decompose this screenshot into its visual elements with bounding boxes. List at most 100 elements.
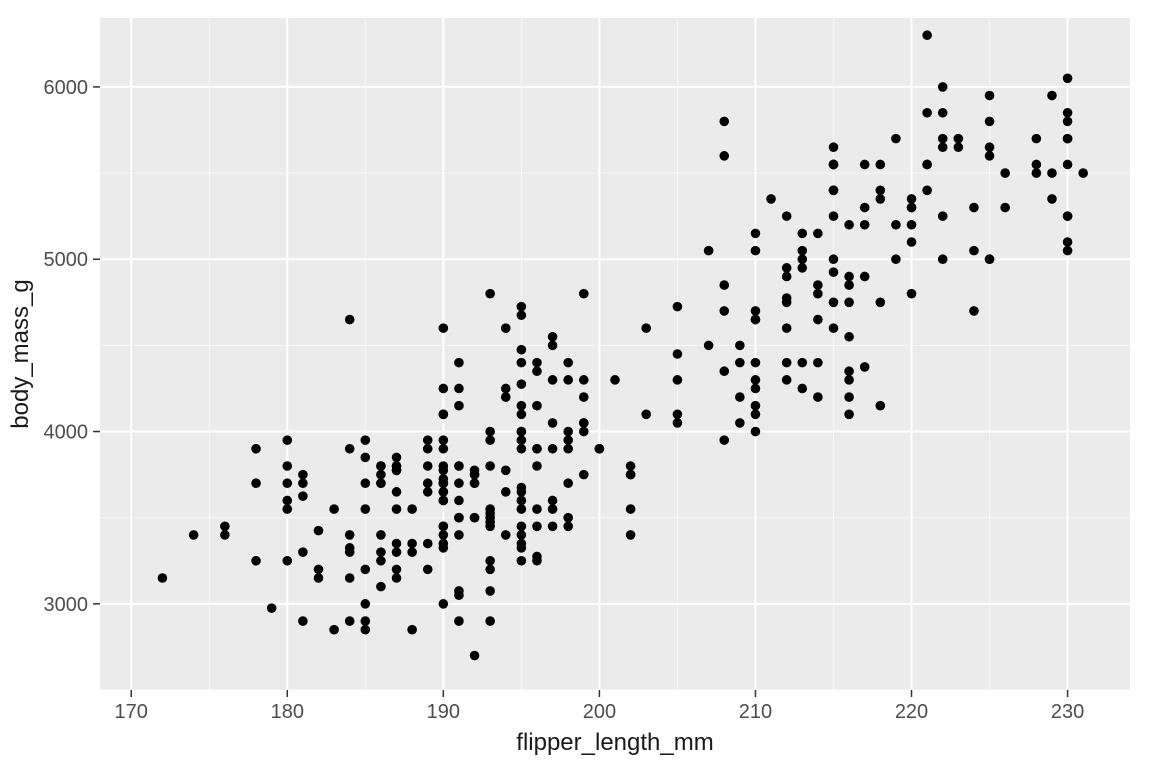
data-point bbox=[719, 280, 729, 290]
data-point bbox=[673, 418, 683, 428]
data-point bbox=[938, 211, 948, 221]
data-point bbox=[517, 310, 527, 320]
y-axis-title: body_mass_g bbox=[7, 279, 34, 428]
data-point bbox=[485, 461, 495, 471]
data-point bbox=[579, 418, 589, 428]
data-point bbox=[751, 315, 761, 325]
data-point bbox=[766, 194, 776, 204]
data-point bbox=[517, 539, 527, 549]
data-point bbox=[610, 375, 620, 385]
data-point bbox=[1047, 91, 1057, 101]
data-point bbox=[829, 298, 839, 308]
data-point bbox=[735, 392, 745, 402]
x-tick-label: 170 bbox=[115, 701, 148, 723]
data-point bbox=[361, 435, 371, 445]
data-point bbox=[751, 358, 761, 368]
data-point bbox=[361, 599, 371, 609]
data-point bbox=[501, 392, 511, 402]
data-point bbox=[844, 280, 854, 290]
data-point bbox=[251, 478, 261, 488]
data-point bbox=[282, 478, 292, 488]
data-point bbox=[1063, 211, 1073, 221]
data-point bbox=[797, 254, 807, 264]
data-point bbox=[532, 461, 542, 471]
data-point bbox=[985, 151, 995, 161]
data-point bbox=[782, 375, 792, 385]
data-point bbox=[517, 435, 527, 445]
data-point bbox=[298, 616, 308, 626]
data-point bbox=[392, 504, 402, 514]
data-point bbox=[985, 91, 995, 101]
data-point bbox=[1063, 160, 1073, 170]
data-point bbox=[844, 272, 854, 282]
data-point bbox=[439, 384, 449, 394]
data-point bbox=[532, 358, 542, 368]
data-point bbox=[314, 526, 324, 536]
data-point bbox=[1032, 168, 1042, 178]
data-point bbox=[485, 616, 495, 626]
data-point bbox=[782, 211, 792, 221]
data-point bbox=[220, 530, 230, 540]
data-point bbox=[361, 504, 371, 514]
data-point bbox=[829, 254, 839, 264]
data-point bbox=[501, 384, 511, 394]
data-point bbox=[860, 362, 870, 372]
data-point bbox=[439, 487, 449, 497]
data-point bbox=[969, 246, 979, 256]
data-point bbox=[439, 410, 449, 420]
data-point bbox=[813, 358, 823, 368]
data-point bbox=[563, 435, 573, 445]
data-point bbox=[860, 220, 870, 230]
data-point bbox=[751, 229, 761, 239]
data-point bbox=[844, 410, 854, 420]
data-point bbox=[485, 556, 495, 566]
data-point bbox=[579, 392, 589, 402]
data-point bbox=[439, 323, 449, 333]
data-point bbox=[844, 375, 854, 385]
data-point bbox=[345, 573, 355, 583]
data-point bbox=[719, 366, 729, 376]
data-point bbox=[439, 599, 449, 609]
data-point bbox=[829, 211, 839, 221]
y-tick-label: 5000 bbox=[44, 249, 89, 271]
data-point bbox=[376, 470, 386, 480]
data-point bbox=[844, 298, 854, 308]
data-point bbox=[907, 203, 917, 213]
data-point bbox=[563, 478, 573, 488]
data-point bbox=[423, 565, 433, 575]
data-point bbox=[579, 470, 589, 480]
data-point bbox=[470, 513, 480, 523]
data-point bbox=[907, 237, 917, 247]
data-point bbox=[797, 384, 807, 394]
data-point bbox=[891, 254, 901, 264]
data-point bbox=[470, 466, 480, 476]
data-point bbox=[454, 496, 464, 506]
data-point bbox=[813, 289, 823, 299]
data-point bbox=[345, 315, 355, 325]
data-point bbox=[1078, 168, 1088, 178]
data-point bbox=[719, 117, 729, 127]
data-point bbox=[782, 323, 792, 333]
data-point bbox=[1063, 134, 1073, 144]
data-point bbox=[439, 530, 449, 540]
data-point bbox=[548, 375, 558, 385]
data-point bbox=[407, 504, 417, 514]
x-tick-label: 180 bbox=[271, 701, 304, 723]
data-point bbox=[407, 625, 417, 635]
data-point bbox=[548, 522, 558, 532]
data-point bbox=[361, 625, 371, 635]
data-point bbox=[282, 556, 292, 566]
data-point bbox=[1063, 117, 1073, 127]
data-point bbox=[844, 332, 854, 342]
data-point bbox=[298, 478, 308, 488]
data-point bbox=[345, 547, 355, 557]
data-point bbox=[954, 142, 964, 152]
data-point bbox=[1032, 134, 1042, 144]
data-point bbox=[938, 254, 948, 264]
data-point bbox=[470, 651, 480, 661]
data-point bbox=[454, 358, 464, 368]
data-point bbox=[454, 384, 464, 394]
data-point bbox=[938, 142, 948, 152]
data-point bbox=[891, 134, 901, 144]
data-point bbox=[1063, 74, 1073, 84]
